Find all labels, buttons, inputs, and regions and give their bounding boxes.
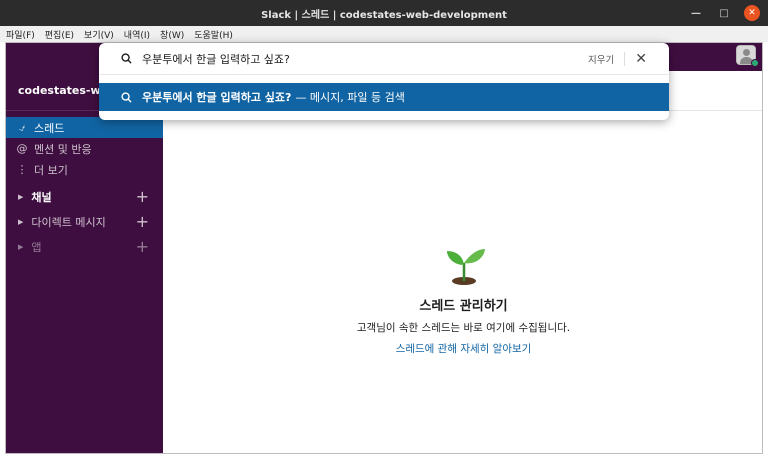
section-label: 다이렉트 메시지 xyxy=(31,215,106,229)
learn-more-link[interactable]: 스레드에 관해 자세히 알아보기 xyxy=(163,341,762,356)
presence-icon xyxy=(751,59,759,67)
more-icon: ⋮ xyxy=(16,163,28,176)
add-app-icon[interactable]: + xyxy=(136,237,149,256)
menu-help[interactable]: 도움말(H) xyxy=(194,28,233,41)
maximize-icon[interactable]: □ xyxy=(716,5,732,21)
search-suggestion[interactable]: 우분투에서 한글 입력하고 싶죠? — 메시지, 파일 등 검색 xyxy=(99,83,669,111)
search-input[interactable]: 우분투에서 한글 입력하고 싶죠? xyxy=(142,51,588,67)
empty-state-title: 스레드 관리하기 xyxy=(419,299,508,314)
suggestion-query: 우분투에서 한글 입력하고 싶죠? xyxy=(142,91,292,104)
sidebar-item-mentions[interactable]: @ 멘션 및 반응 xyxy=(6,138,163,159)
empty-state-description: 고객님이 속한 스레드는 바로 여기에 수집됩니다. xyxy=(356,322,571,334)
caret-right-icon[interactable]: ▶ xyxy=(18,243,23,251)
menu-view[interactable]: 보기(V) xyxy=(84,28,114,41)
threads-icon: ⍻ xyxy=(18,120,26,134)
search-icon xyxy=(121,91,132,103)
caret-right-icon[interactable]: ▶ xyxy=(18,218,23,226)
close-icon[interactable]: ✕ xyxy=(635,51,647,67)
menu-bar: 파일(F) 편집(E) 보기(V) 내역(I) 창(W) 도움말(H) xyxy=(0,26,768,42)
at-icon: @ xyxy=(16,142,28,155)
close-window-icon[interactable]: ✕ xyxy=(744,5,760,21)
main-pane: 스레드 관리하기 고객님이 속한 스레드는 바로 여기에 수집됩니다. 스레드에… xyxy=(163,71,762,453)
section-label: 앱 xyxy=(31,240,42,254)
minimize-icon[interactable]: — xyxy=(688,5,704,21)
section-apps[interactable]: ▶ 앱 + xyxy=(6,234,163,259)
sidebar-item-threads[interactable]: ⍻ 스레드 xyxy=(6,117,163,138)
window-titlebar: Slack | 스레드 | codestates-web-development… xyxy=(0,0,768,26)
search-popup: 우분투에서 한글 입력하고 싶죠? 지우기 ✕ 우분투에서 한글 입력하고 싶죠… xyxy=(99,43,669,120)
window-title: Slack | 스레드 | codestates-web-development xyxy=(261,9,507,21)
section-channels[interactable]: ▶ 채널 + xyxy=(6,184,163,209)
sidebar-item-label: 스레드 xyxy=(34,121,65,135)
section-direct-messages[interactable]: ▶ 다이렉트 메시지 + xyxy=(6,209,163,234)
section-label: 채널 xyxy=(31,190,52,204)
add-dm-icon[interactable]: + xyxy=(136,212,149,231)
sidebar-item-more[interactable]: ⋮ 더 보기 xyxy=(6,159,163,180)
search-bar: 우분투에서 한글 입력하고 싶죠? 지우기 ✕ xyxy=(99,43,669,75)
threads-empty-state: 스레드 관리하기 고객님이 속한 스레드는 바로 여기에 수집됩니다. 스레드에… xyxy=(163,241,762,356)
menu-window[interactable]: 창(W) xyxy=(160,28,184,41)
suggestion-hint: — 메시지, 파일 등 검색 xyxy=(295,91,405,104)
window-controls: — □ ✕ xyxy=(688,5,760,21)
sprout-icon xyxy=(446,249,485,285)
sidebar-item-label: 더 보기 xyxy=(34,163,68,177)
clear-button[interactable]: 지우기 xyxy=(588,52,614,66)
menu-edit[interactable]: 편집(E) xyxy=(45,28,74,41)
search-icon xyxy=(121,53,132,64)
add-channel-icon[interactable]: + xyxy=(136,187,149,206)
menu-file[interactable]: 파일(F) xyxy=(6,28,35,41)
sidebar-item-label: 멘션 및 반응 xyxy=(34,142,92,156)
caret-right-icon[interactable]: ▶ xyxy=(18,193,23,201)
sidebar: codestates-web-... ⍻ 스레드 @ 멘션 및 반응 ⋮ 더 보… xyxy=(6,71,163,453)
divider xyxy=(624,51,626,66)
menu-history[interactable]: 내역(I) xyxy=(124,28,150,41)
